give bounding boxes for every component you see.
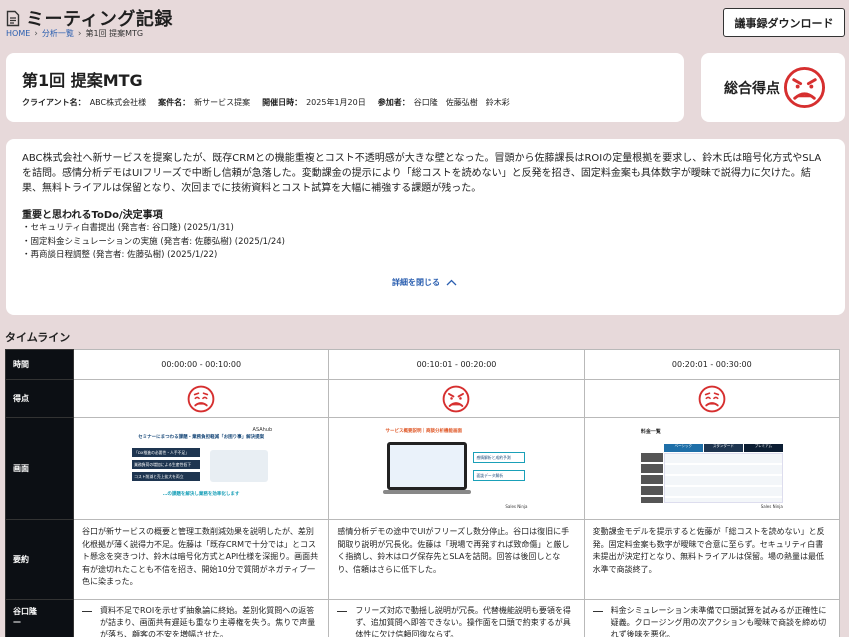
segment-summary: 感情分析デモの途中でUIがフリーズし数分停止。谷口は復旧に手間取り説明が冗長化。… bbox=[328, 519, 585, 600]
client-value: ABC株式会社様 bbox=[89, 98, 147, 107]
slide-thumbnail[interactable]: 料金一覧 ベーシック スタンダード プレミアム Sales Ninja bbox=[636, 423, 787, 512]
timeline-row-speaker: 谷口隆 — 資料不足でROIを示せず抽象論に終始。差別化質問への返答が詰まり、画… bbox=[5, 599, 841, 637]
todo-list: セキュリティ白書提出 (発言者: 谷口隆) (2025/1/31) 固定料金シミ… bbox=[22, 222, 285, 263]
date-value: 2025年1月20日 bbox=[306, 98, 366, 107]
project-value: 新サービス提案 bbox=[194, 98, 251, 107]
slide-item: 「DX推進の必要性・人手不足」 bbox=[132, 447, 201, 457]
segment-screen: サービス概要説明｜商談分析機能画面 感情解析と成約予測 面談データ解析 Sale… bbox=[328, 417, 585, 520]
slide-item: プレミアム bbox=[743, 443, 783, 452]
document-icon bbox=[6, 10, 20, 26]
slide-footer: …の課題を解決し業務を効率化します bbox=[162, 491, 240, 497]
slide-brand: Sales Ninja bbox=[760, 503, 783, 509]
segment-speaker: 資料不足でROIを示せず抽象論に終始。差別化質問への返答が詰まり、画面共有遅延も… bbox=[72, 599, 330, 637]
segment-speaker: 料金シミュレーション未準備で口頭試算を試みるが正確性に疑義。クロージング用の次ア… bbox=[583, 599, 841, 637]
meeting-title: 第1回 提案MTG bbox=[22, 71, 143, 90]
timeline-row-time: 時間 00:00:00 - 00:10:00 00:10:01 - 00:20:… bbox=[5, 349, 841, 380]
segment-speaker: フリーズ対応で動揺し説明が冗長。代替機能説明も要領を得ず、追加質問へ即答できない… bbox=[328, 599, 585, 637]
worried-face-icon bbox=[698, 385, 726, 412]
speaker-comment: 資料不足でROIを示せず抽象論に終始。差別化質問への返答が詰まり、画面共有遅延も… bbox=[100, 606, 316, 637]
slide-illustration bbox=[210, 449, 269, 482]
dash-icon bbox=[337, 611, 348, 637]
row-label-speaker: 谷口隆 — bbox=[5, 599, 74, 637]
segment-summary: 谷口が新サービスの概要と管理工数削減効果を説明したが、差別化根拠が薄く説得力不足… bbox=[72, 519, 330, 600]
slide-item: 業務負荷の増加による生産性低下 bbox=[132, 459, 201, 469]
segment-time: 00:00:00 - 00:10:00 bbox=[72, 349, 330, 380]
slide-title: 料金一覧 bbox=[640, 428, 661, 435]
total-score-card: 総合得点 bbox=[701, 53, 845, 122]
summary-card: ABC株式会社へ新サービスを提案したが、既存CRMとの機能重複とコスト不透明感が… bbox=[6, 139, 845, 315]
timeline-row-score: 得点 bbox=[5, 379, 841, 418]
breadcrumb: HOME › 分析一覧 › 第1回 提案MTG bbox=[6, 28, 143, 39]
segment-score bbox=[583, 379, 841, 418]
angry-face-icon bbox=[783, 66, 826, 109]
chevron-right-icon: › bbox=[77, 28, 82, 39]
row-label-time: 時間 bbox=[5, 349, 74, 380]
chevron-right-icon: › bbox=[34, 28, 38, 39]
meeting-info-card: 第1回 提案MTG クライアント名： ABC株式会社様 案件名： 新サービス提案 開… bbox=[6, 53, 684, 122]
dash-icon bbox=[82, 611, 92, 637]
slide-brand: ASAhub bbox=[252, 426, 273, 433]
client-label: クライアント名： bbox=[22, 98, 86, 107]
worried-face-icon bbox=[187, 385, 215, 412]
row-label-summary: 要約 bbox=[5, 519, 74, 600]
breadcrumb-home[interactable]: HOME bbox=[6, 29, 30, 38]
summary-text: ABC株式会社へ新サービスを提案したが、既存CRMとの機能重複とコスト不透明感が… bbox=[22, 153, 822, 194]
timeline-row-screen: 画面 ASAhub セミナーにまつわる課題・業務負担軽減「お困り事」解決提案 「… bbox=[5, 417, 841, 520]
row-label-screen: 画面 bbox=[5, 417, 74, 520]
slide-item: ベーシック bbox=[663, 443, 703, 452]
timeline-table: 時間 00:00:00 - 00:10:00 00:10:01 - 00:20:… bbox=[5, 349, 841, 637]
meeting-meta: クライアント名： ABC株式会社様 案件名： 新サービス提案 開催日時： 2025年1… bbox=[22, 97, 510, 108]
slide-item: コスト削減と売上拡大を両立 bbox=[132, 471, 201, 481]
segment-screen: ASAhub セミナーにまつわる課題・業務負担軽減「お困り事」解決提案 「DX推… bbox=[72, 417, 330, 520]
participants-value: 谷口隆 佐藤弘樹 鈴木彩 bbox=[413, 98, 510, 107]
slide-plan-grid bbox=[663, 452, 783, 503]
slide-laptop bbox=[387, 441, 468, 490]
timeline-row-summary: 要約 谷口が新サービスの概要と管理工数削減効果を説明したが、差別化根拠が薄く説得… bbox=[5, 519, 841, 600]
date-label: 開催日時： bbox=[262, 98, 303, 107]
todo-item: 固定料金シミュレーションの実施 (発言者: 佐藤弘樹) (2025/1/24) bbox=[22, 236, 285, 250]
slide-item: 感情解析と成約予測 bbox=[473, 451, 526, 463]
slide-item: 面談データ解析 bbox=[473, 469, 526, 481]
todo-item: セキュリティ白書提出 (発言者: 谷口隆) (2025/1/31) bbox=[22, 222, 285, 236]
slide-brand: Sales Ninja bbox=[505, 503, 528, 509]
speaker-comment: フリーズ対応で動揺し説明が冗長。代替機能説明も要領を得ず、追加質問へ即答できない… bbox=[355, 606, 571, 637]
breadcrumb-analysis[interactable]: 分析一覧 bbox=[42, 28, 74, 39]
collapse-details-label: 詳細を閉じる bbox=[392, 278, 440, 287]
total-score-label: 総合得点 bbox=[724, 80, 780, 97]
download-minutes-button[interactable]: 議事録ダウンロード bbox=[723, 8, 845, 37]
segment-time: 00:10:01 - 00:20:00 bbox=[328, 349, 585, 380]
todo-item: 再商談日程調整 (発言者: 佐藤弘樹) (2025/1/22) bbox=[22, 249, 285, 263]
breadcrumb-current: 第1回 提案MTG bbox=[85, 29, 144, 38]
slide-laptop-base bbox=[383, 489, 472, 494]
speaker-comment: 料金シミュレーション未準備で口頭試算を試みるが正確性に疑義。クロージング用の次ア… bbox=[610, 606, 827, 637]
angry-face-icon bbox=[443, 385, 470, 412]
project-label: 案件名： bbox=[158, 98, 191, 107]
chevron-up-icon bbox=[446, 279, 457, 286]
segment-summary: 変動課金モデルを提示すると佐藤が「総コストを読めない」と反発。固定料金案も数字が… bbox=[583, 519, 841, 600]
timeline-heading: タイムライン bbox=[5, 331, 71, 344]
segment-score bbox=[72, 379, 330, 418]
segment-score bbox=[328, 379, 585, 418]
segment-screen: 料金一覧 ベーシック スタンダード プレミアム Sales Ninja bbox=[583, 417, 841, 520]
slide-plan-header: ベーシック スタンダード プレミアム bbox=[640, 443, 783, 452]
dash-icon bbox=[592, 611, 603, 637]
slide-thumbnail[interactable]: サービス概要説明｜商談分析機能画面 感情解析と成約予測 面談データ解析 Sale… bbox=[381, 423, 532, 512]
segment-time: 00:20:01 - 00:30:00 bbox=[583, 349, 841, 380]
participants-label: 参加者： bbox=[377, 98, 410, 107]
collapse-details-button[interactable]: 詳細を閉じる bbox=[392, 277, 457, 288]
row-label-score: 得点 bbox=[5, 379, 74, 418]
slide-title: サービス概要説明｜商談分析機能画面 bbox=[385, 428, 462, 434]
slide-title: セミナーにまつわる課題・業務負担軽減「お困り事」解決提案 bbox=[138, 434, 265, 440]
speaker-dash: — bbox=[13, 617, 21, 626]
todo-heading: 重要と思われるToDo/決定事項 bbox=[22, 210, 163, 221]
slide-thumbnail[interactable]: ASAhub セミナーにまつわる課題・業務負担軽減「お困り事」解決提案 「DX推… bbox=[126, 423, 277, 512]
speaker-name: 谷口隆 bbox=[13, 607, 37, 616]
slide-row-labels bbox=[640, 452, 663, 503]
slide-item: スタンダード bbox=[703, 443, 743, 452]
